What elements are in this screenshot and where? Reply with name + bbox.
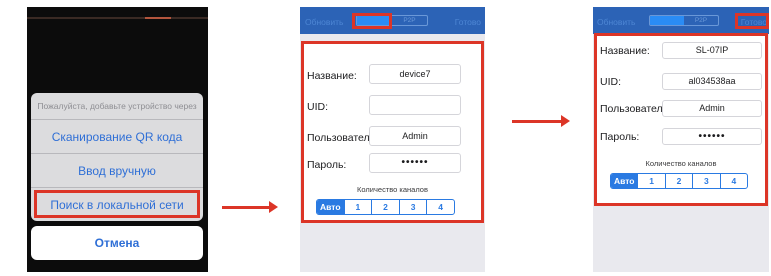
nav-bar: Обновить LAN P2P Готово xyxy=(300,7,485,34)
highlight-box xyxy=(594,33,768,206)
segment-p2p[interactable]: P2P xyxy=(684,16,718,25)
connection-segmented-control: LAN P2P xyxy=(649,15,719,26)
action-sheet-screen: Пожалуйста, добавьте устройство через Ск… xyxy=(27,7,208,272)
arrow-right-icon xyxy=(222,201,278,213)
segment-lan[interactable]: LAN xyxy=(650,16,684,25)
device-form-screen-lan: Обновить LAN P2P Готово Название: device… xyxy=(300,7,485,272)
refresh-button[interactable]: Обновить xyxy=(305,17,344,27)
refresh-button[interactable]: Обновить xyxy=(597,17,636,27)
done-button[interactable]: Готово xyxy=(455,17,481,27)
segment-p2p[interactable]: P2P xyxy=(392,16,427,25)
lan-search-option[interactable]: Поиск в локальной сети xyxy=(31,187,203,221)
add-device-sheet: Пожалуйста, добавьте устройство через Ск… xyxy=(31,93,203,221)
device-form-screen-filled: Обновить LAN P2P Готово Название: SL-07I… xyxy=(593,7,769,272)
status-line xyxy=(27,17,208,19)
scan-qr-option[interactable]: Сканирование QR кода xyxy=(31,119,203,153)
cancel-button[interactable]: Отмена xyxy=(31,226,203,260)
status-accent xyxy=(145,17,171,19)
arrow-right-icon xyxy=(512,115,570,127)
manual-entry-option[interactable]: Ввод вручную xyxy=(31,153,203,187)
highlight-box xyxy=(301,41,484,223)
highlight-box xyxy=(735,13,769,29)
sheet-title: Пожалуйста, добавьте устройство через xyxy=(37,101,197,111)
highlight-box xyxy=(352,13,392,29)
